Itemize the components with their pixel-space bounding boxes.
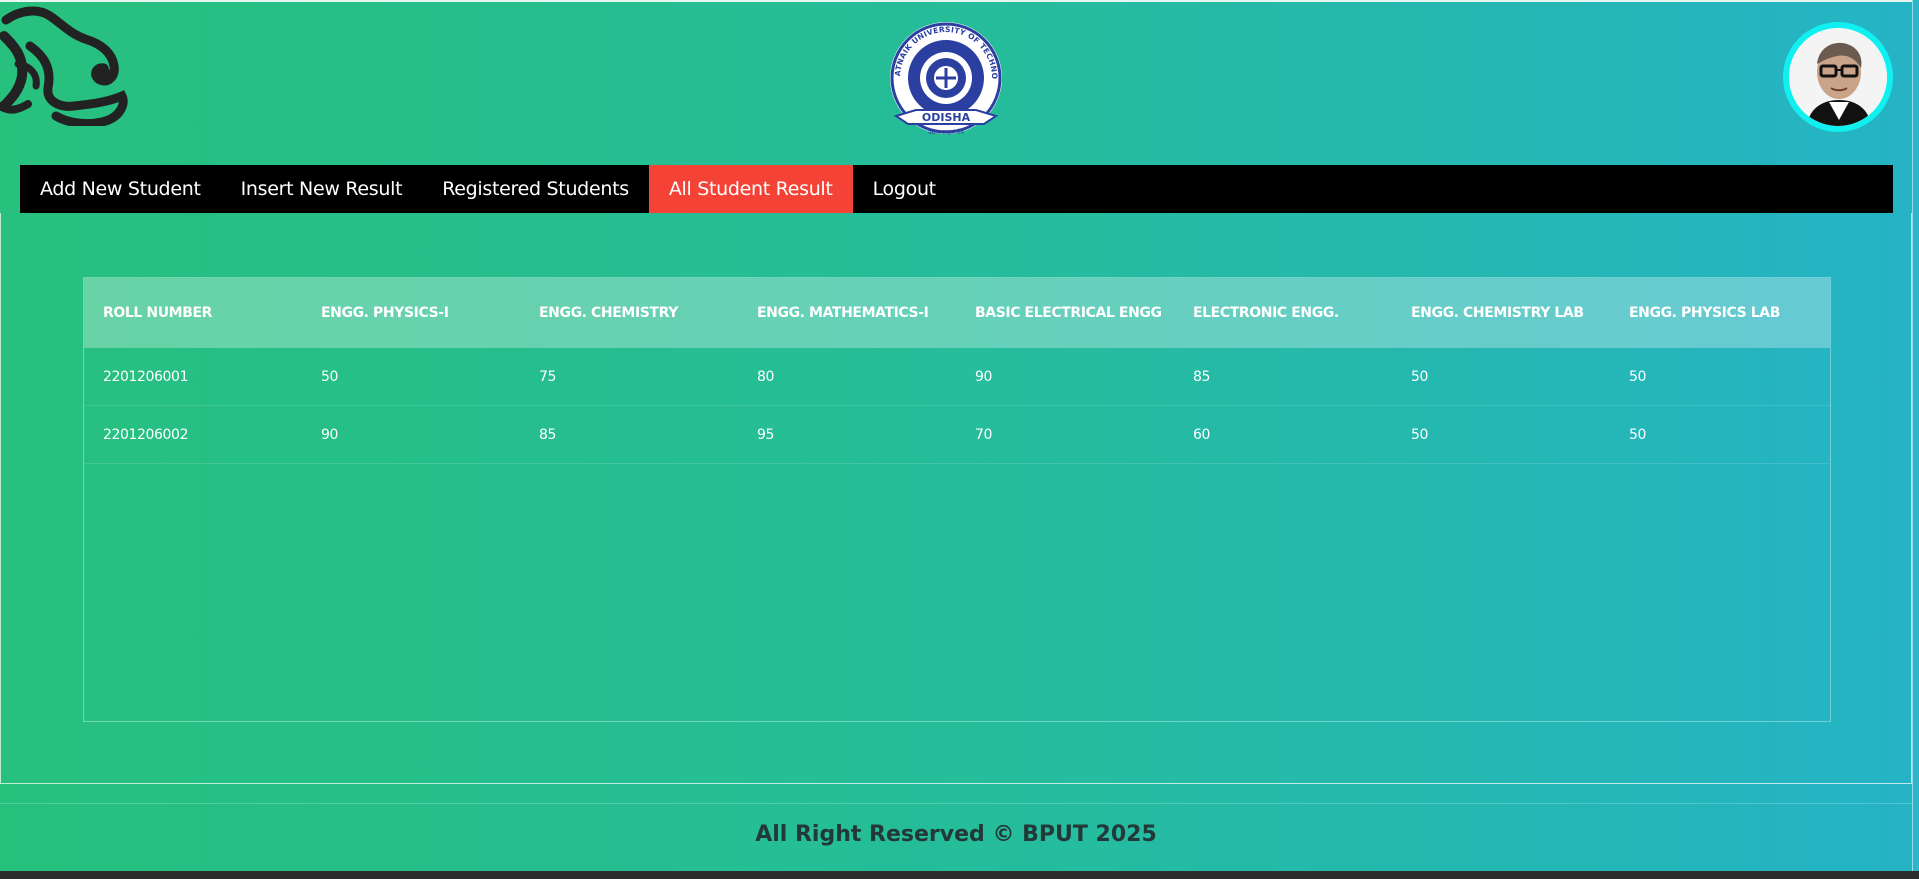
- table-cell: 85: [539, 426, 557, 443]
- nav-item-add-new-student[interactable]: Add New Student: [20, 165, 221, 213]
- window-edge: [1912, 0, 1919, 871]
- table-cell: 85: [1193, 368, 1211, 385]
- table-cell: 50: [1411, 426, 1429, 443]
- footer-copyright: All Right Reserved © BPUT 2025: [755, 822, 1157, 847]
- column-header-engg-chemistry-lab: ENGG. CHEMISTRY LAB: [1411, 305, 1584, 321]
- ink-brush-logo-icon[interactable]: [0, 6, 128, 129]
- table-row: 2201206001 50 75 80 90 85 50 50: [84, 348, 1830, 406]
- page-header: ODISHA उद्यमः साहसं धैर्यं BIJU PATNAIK …: [0, 0, 1919, 165]
- table-cell: 80: [757, 368, 775, 385]
- table-cell: 95: [757, 426, 775, 443]
- nav-item-registered-students[interactable]: Registered Students: [422, 165, 649, 213]
- table-cell: 90: [975, 368, 993, 385]
- table-row: 2201206002 90 85 95 70 60 50 50: [84, 406, 1830, 464]
- avatar[interactable]: [1783, 22, 1893, 132]
- column-header-engg-physics-i: ENGG. PHYSICS-I: [321, 305, 449, 321]
- column-header-basic-electrical-engg: BASIC ELECTRICAL ENGG: [975, 305, 1162, 321]
- nav-item-insert-new-result[interactable]: Insert New Result: [221, 165, 423, 213]
- column-header-engg-chemistry: ENGG. CHEMISTRY: [539, 305, 678, 321]
- column-header-roll-number: ROLL NUMBER: [103, 305, 213, 321]
- main-navbar: Add New Student Insert New Result Regist…: [20, 165, 1893, 213]
- table-cell: 50: [1629, 368, 1647, 385]
- table-header-row: ROLL NUMBER ENGG. PHYSICS-I ENGG. CHEMIS…: [84, 278, 1830, 348]
- column-header-electronic-engg: ELECTRONIC ENGG.: [1193, 305, 1339, 321]
- table-cell-roll-number: 2201206001: [103, 368, 189, 385]
- table-cell: 50: [1629, 426, 1647, 443]
- university-seal-logo: ODISHA उद्यमः साहसं धैर्यं BIJU PATNAIK …: [880, 13, 1008, 144]
- column-header-engg-mathematics-i: ENGG. MATHEMATICS-I: [757, 305, 929, 321]
- taskbar-strip: [0, 871, 1919, 879]
- table-cell: 50: [321, 368, 339, 385]
- user-portrait-icon: [1789, 28, 1887, 126]
- results-table: ROLL NUMBER ENGG. PHYSICS-I ENGG. CHEMIS…: [83, 277, 1831, 722]
- column-header-engg-physics-lab: ENGG. PHYSICS LAB: [1629, 305, 1780, 321]
- nav-item-logout[interactable]: Logout: [853, 165, 956, 213]
- nav-item-all-student-result[interactable]: All Student Result: [648, 165, 853, 213]
- table-cell: 70: [975, 426, 993, 443]
- table-cell: 50: [1411, 368, 1429, 385]
- table-cell-roll-number: 2201206002: [103, 426, 189, 443]
- footer-divider: [0, 803, 1919, 804]
- seal-banner-text: ODISHA: [922, 111, 971, 124]
- table-cell: 75: [539, 368, 557, 385]
- table-cell: 60: [1193, 426, 1211, 443]
- seal-motto-text: उद्यमः साहसं धैर्यं: [928, 128, 965, 136]
- table-cell: 90: [321, 426, 339, 443]
